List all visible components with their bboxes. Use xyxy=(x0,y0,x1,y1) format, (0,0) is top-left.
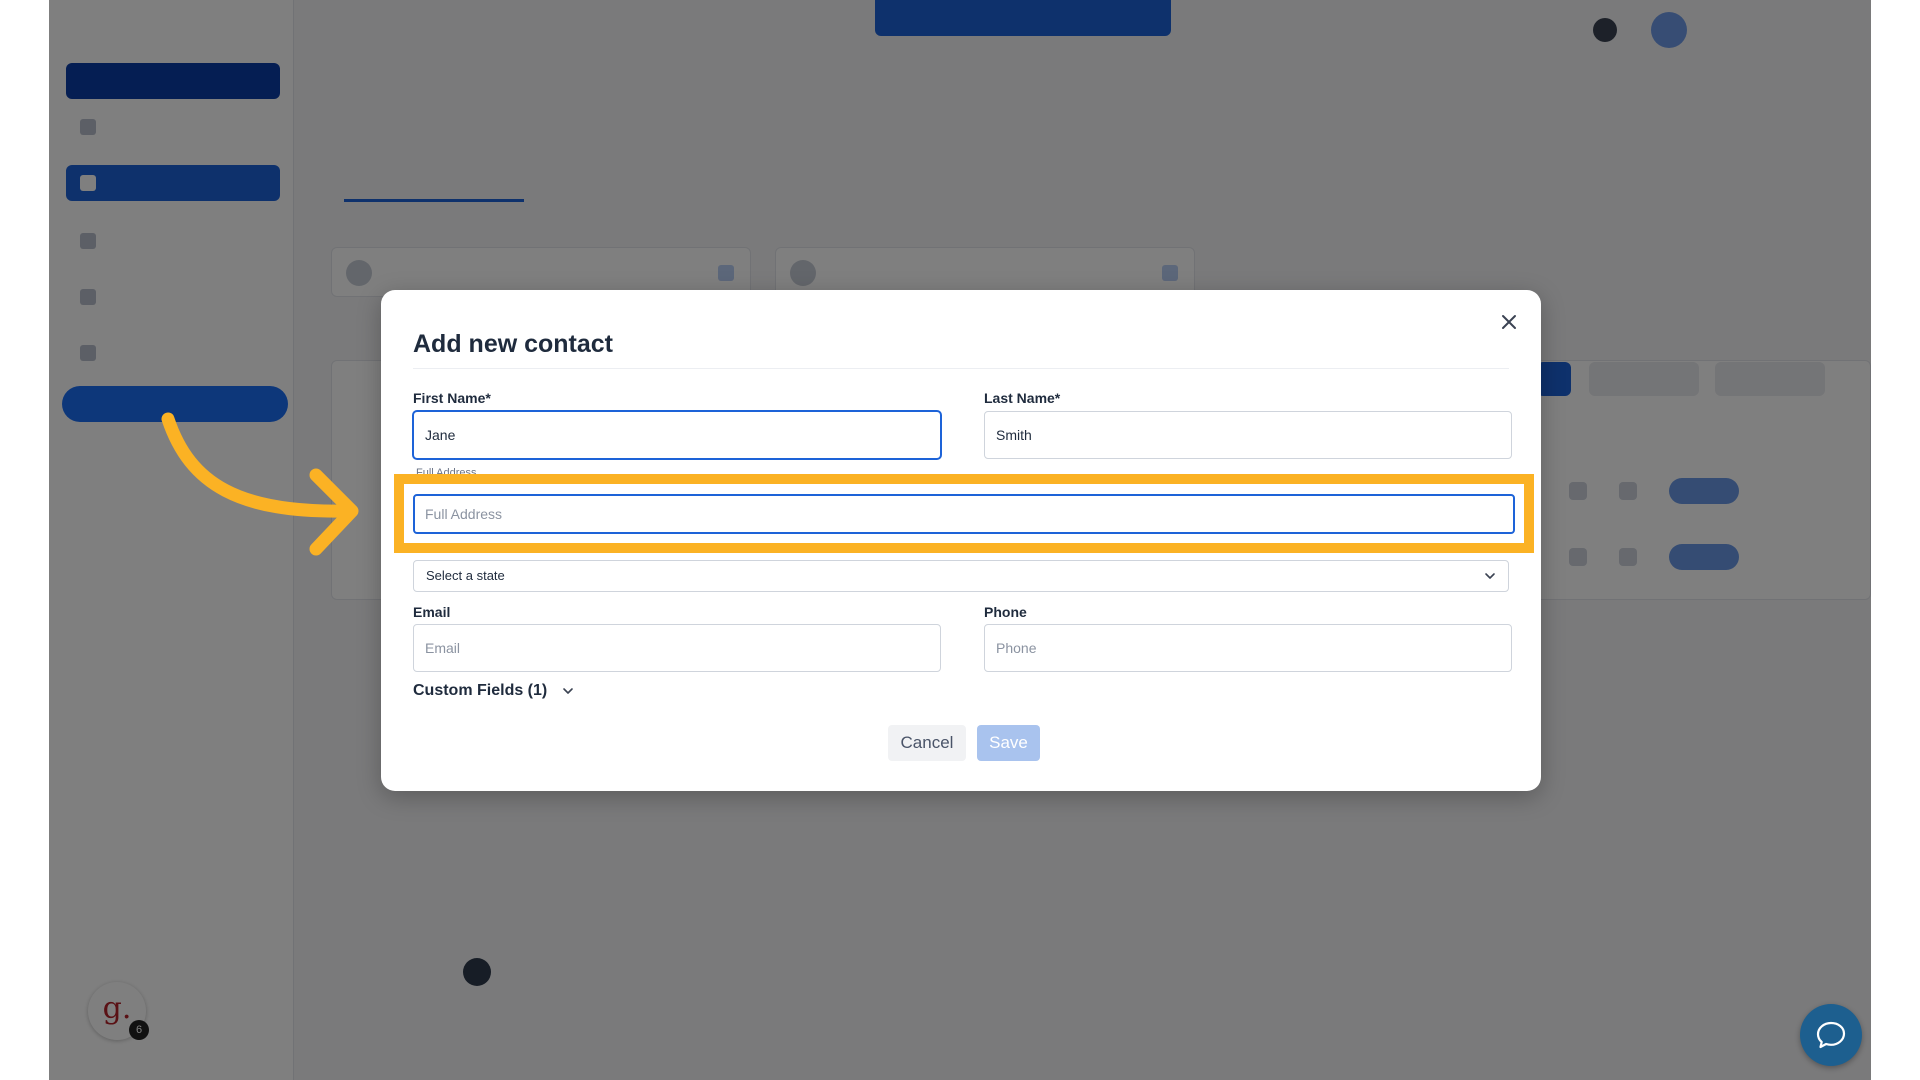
full-address-label: Full Address xyxy=(416,467,477,474)
email-label: Email xyxy=(413,604,451,620)
chat-bubble-icon xyxy=(1816,1021,1846,1049)
last-name-input[interactable] xyxy=(984,411,1512,459)
chat-launcher-button[interactable] xyxy=(1800,1004,1862,1066)
chevron-down-icon xyxy=(1485,573,1495,579)
first-name-input[interactable] xyxy=(413,411,941,459)
pointer-arrow-icon xyxy=(161,412,359,556)
cancel-button[interactable]: Cancel xyxy=(888,725,966,761)
chevron-down-icon xyxy=(562,687,573,694)
modal-title: Add new contact xyxy=(413,330,614,358)
modal-divider xyxy=(413,368,1509,369)
phone-label: Phone xyxy=(984,604,1027,620)
custom-fields-toggle[interactable]: Custom Fields (1) xyxy=(413,682,574,700)
full-address-field xyxy=(404,484,1524,543)
close-icon xyxy=(1502,315,1516,329)
custom-fields-label: Custom Fields (1) xyxy=(413,682,548,699)
close-button[interactable] xyxy=(1498,311,1520,333)
save-button[interactable]: Save xyxy=(977,725,1040,761)
state-select[interactable]: Select a state xyxy=(413,560,1509,592)
email-input[interactable] xyxy=(413,624,941,672)
first-name-label: First Name* xyxy=(413,390,491,406)
state-select-value: Select a state xyxy=(426,568,505,583)
phone-input[interactable] xyxy=(984,624,1512,672)
last-name-label: Last Name* xyxy=(984,390,1061,406)
full-address-input[interactable] xyxy=(413,494,1515,534)
